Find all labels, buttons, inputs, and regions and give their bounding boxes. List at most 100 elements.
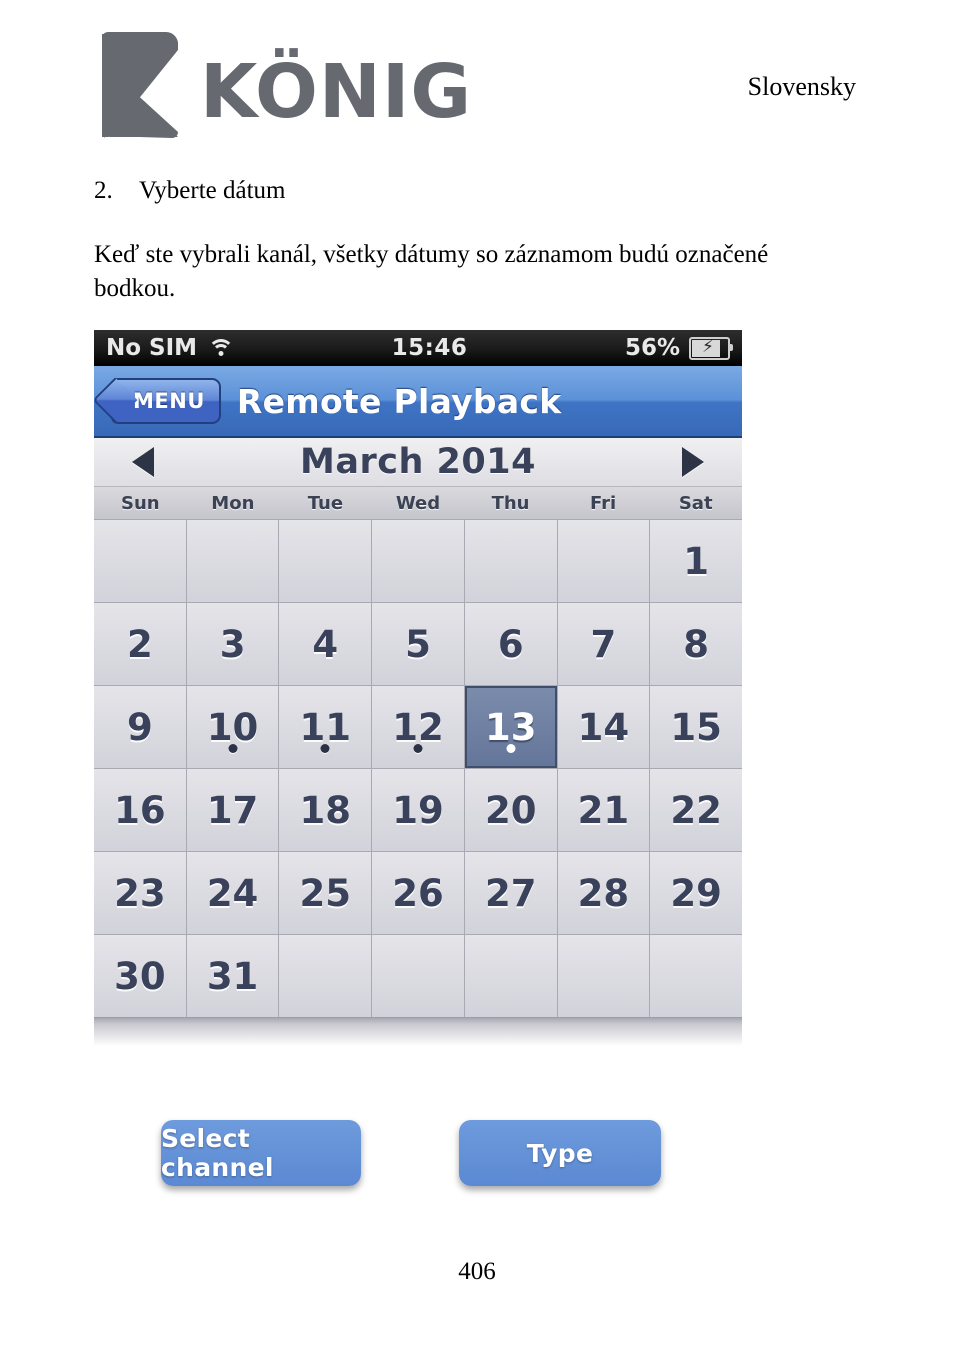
calendar-day-cell[interactable]: 4 (279, 603, 372, 685)
calendar-day-number: 31 (206, 954, 259, 998)
calendar-cell-empty (557, 520, 650, 602)
calendar-day-number: 26 (392, 871, 444, 915)
calendar-day-number: 25 (299, 871, 352, 915)
calendar-day-cell[interactable]: 2 (94, 603, 186, 685)
calendar-day-cell[interactable]: 30 (94, 935, 186, 1017)
calendar-day-cell[interactable]: 12 (372, 686, 464, 768)
calendar-day-cell[interactable]: 11 (279, 686, 372, 768)
calendar-day-cell[interactable]: 8 (650, 603, 742, 685)
language-label: Slovensky (747, 72, 856, 101)
calendar-day-number: 20 (484, 788, 537, 832)
triangle-left-icon[interactable] (132, 447, 154, 477)
calendar-day-number: 16 (114, 788, 166, 832)
calendar-day-cell[interactable]: 16 (94, 769, 186, 851)
screenshot-fade (94, 1018, 742, 1046)
calendar-day-cell[interactable]: 19 (372, 769, 464, 851)
calendar-day-cell[interactable]: 26 (372, 852, 464, 934)
calendar-day-cell[interactable]: 10 (186, 686, 279, 768)
calendar-day-cell[interactable]: 13 (464, 686, 557, 768)
page-number: 406 (458, 1258, 496, 1285)
calendar-day-cell[interactable]: 3 (186, 603, 279, 685)
battery-charging-icon: ⚡ (689, 336, 733, 360)
calendar-cell-empty (464, 520, 557, 602)
calendar-day-number: 3 (219, 622, 246, 666)
calendar-day-cell[interactable]: 5 (372, 603, 464, 685)
calendar-day-number: 8 (683, 622, 710, 666)
nav-bar: MENU Remote Playback (94, 366, 742, 438)
calendar-day-number: 22 (670, 788, 722, 832)
calendar-day-cell[interactable]: 22 (650, 769, 742, 851)
calendar-day-cell[interactable]: 18 (279, 769, 372, 851)
calendar-day-number: 1 (683, 539, 710, 583)
phone-screenshot: No SIM 15:46 56% ⚡ MENU Remote Playback … (94, 330, 742, 1046)
calendar-day-cell[interactable]: 23 (94, 852, 186, 934)
calendar-day-number: 4 (312, 622, 339, 666)
konig-logo-text: KÖNIG (200, 48, 473, 135)
calendar-day-cell[interactable]: 14 (557, 686, 650, 768)
calendar-day-cell[interactable]: 1 (650, 520, 742, 602)
calendar-cell-empty (557, 935, 650, 1017)
calendar-cell-empty (372, 935, 464, 1017)
calendar-day-number: 29 (670, 871, 722, 915)
recording-dot-indicator (320, 744, 330, 753)
type-button[interactable]: Type (459, 1120, 661, 1186)
calendar-cell-empty (94, 520, 186, 602)
triangle-right-icon[interactable] (682, 447, 704, 477)
status-bar-time: 15:46 (391, 335, 468, 361)
calendar-month-bar: March 2014 (94, 438, 742, 486)
wifi-icon (208, 338, 235, 358)
calendar-cell-empty (650, 935, 742, 1017)
calendar-day-cell[interactable]: 20 (464, 769, 557, 851)
calendar-day-cell[interactable]: 9 (94, 686, 186, 768)
calendar-day-cell[interactable]: 7 (557, 603, 650, 685)
konig-logo: KÖNIG (98, 28, 472, 143)
calendar-cell-empty (279, 935, 372, 1017)
weekday-label-mon: Mon (211, 492, 255, 514)
weekday-label-fri: Fri (590, 492, 617, 514)
calendar-day-cell[interactable]: 29 (650, 852, 742, 934)
calendar-day-number: 11 (299, 705, 352, 749)
calendar-day-number: 2 (126, 622, 153, 666)
step-number: 2. (94, 177, 113, 204)
menu-back-button[interactable]: MENU (111, 378, 221, 424)
weekday-label-sun: Sun (120, 492, 160, 514)
weekday-label-tue: Tue (307, 492, 344, 514)
document-header: KÖNIG Slovensky (0, 0, 954, 165)
calendar-day-cell[interactable]: 31 (186, 935, 279, 1017)
weekday-label-sat: Sat (678, 492, 713, 514)
step-title: Vyberte dátum (139, 177, 286, 204)
calendar-day-number: 14 (577, 705, 630, 749)
calendar-cell-empty (464, 935, 557, 1017)
weekday-header: Sun Mon Tue Wed Thu Fri Sat (94, 486, 742, 520)
calendar-cell-empty (279, 520, 372, 602)
calendar-day-cell[interactable]: 25 (279, 852, 372, 934)
calendar-day-cell[interactable]: 24 (186, 852, 279, 934)
calendar-day-number: 19 (392, 788, 444, 832)
status-bar-left: No SIM (106, 335, 235, 361)
calendar-day-number: 27 (484, 871, 537, 915)
calendar-day-number: 15 (670, 705, 722, 749)
calendar-day-number: 5 (405, 622, 431, 666)
calendar-day-number: 17 (206, 788, 259, 832)
calendar-day-cell[interactable]: 17 (186, 769, 279, 851)
calendar-day-cell[interactable]: 15 (650, 686, 742, 768)
calendar-day-number: 18 (299, 788, 352, 832)
calendar-day-number: 24 (206, 871, 259, 915)
calendar-day-number: 13 (484, 705, 537, 749)
select-channel-button[interactable]: Select channel (161, 1120, 361, 1186)
calendar-cell-empty (186, 520, 279, 602)
konig-logo-mark (98, 28, 184, 143)
calendar-day-cell[interactable]: 21 (557, 769, 650, 851)
recording-dot-indicator (228, 744, 238, 753)
calendar-day-number: 28 (577, 871, 630, 915)
calendar-day-number: 21 (577, 788, 630, 832)
instruction-paragraph: Keď ste vybrali kanál, všetky dátumy so … (94, 241, 769, 302)
calendar-cell-empty (372, 520, 464, 602)
calendar-day-cell[interactable]: 6 (464, 603, 557, 685)
step-heading: 2. Vyberte dátum (94, 177, 884, 205)
calendar-day-number: 6 (497, 622, 524, 666)
weekday-label-wed: Wed (395, 492, 441, 514)
recording-dot-indicator (413, 744, 423, 753)
calendar-day-cell[interactable]: 27 (464, 852, 557, 934)
calendar-day-cell[interactable]: 28 (557, 852, 650, 934)
